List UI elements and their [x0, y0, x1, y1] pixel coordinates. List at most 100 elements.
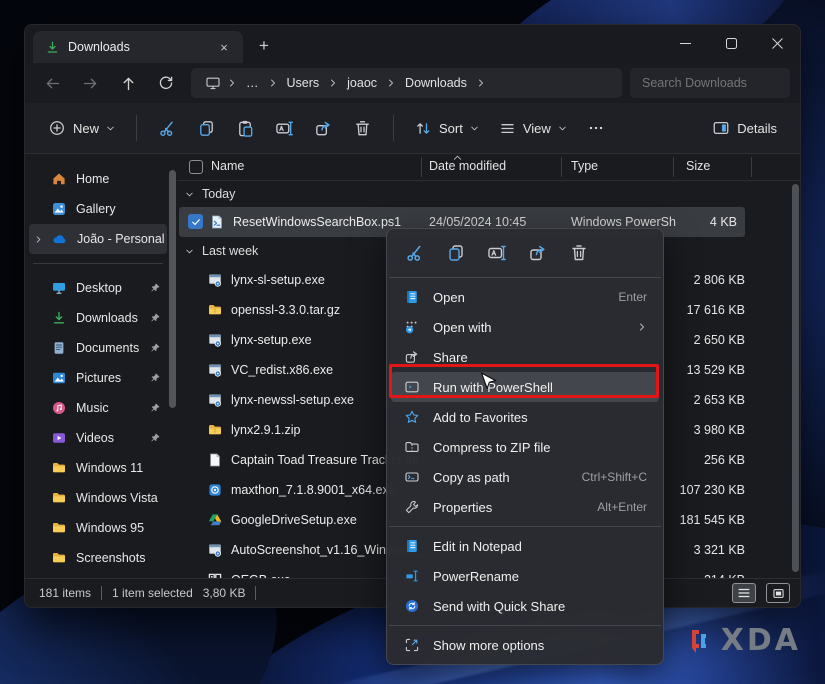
sidebar-item-downloads[interactable]: Downloads — [29, 303, 167, 333]
back-button[interactable] — [35, 68, 69, 98]
maximize-button[interactable] — [708, 25, 754, 61]
share-icon[interactable] — [526, 241, 550, 265]
menu-item-powerrename[interactable]: PowerRename — [391, 561, 659, 591]
search-box[interactable] — [630, 68, 790, 98]
menu-item-show-more-options[interactable]: Show more options — [391, 630, 659, 660]
menu-item-edit-in-notepad[interactable]: Edit in Notepad — [391, 531, 659, 561]
cut-icon[interactable] — [403, 241, 427, 265]
menu-item-add-to-favorites[interactable]: Add to Favorites — [391, 402, 659, 432]
breadcrumb-users[interactable]: Users — [280, 74, 327, 92]
sidebar-item-windows-95[interactable]: Windows 95 — [29, 513, 167, 543]
details-pane-button[interactable]: Details — [703, 111, 786, 145]
sidebar-scrollbar[interactable] — [169, 170, 176, 408]
menu-item-properties[interactable]: Properties Alt+Enter — [391, 492, 659, 522]
group-header-today[interactable]: Today — [177, 181, 800, 207]
menu-item-open[interactable]: Open Enter — [391, 282, 659, 312]
chevron-right-icon — [268, 78, 278, 88]
column-divider[interactable] — [561, 157, 562, 177]
column-divider[interactable] — [673, 157, 674, 177]
tab-strip: Downloads × + — [25, 25, 800, 63]
column-size[interactable]: Size — [686, 159, 710, 173]
file-name: OEGB.exe — [231, 573, 291, 578]
chevron-right-icon — [328, 78, 338, 88]
sidebar-item-home[interactable]: Home — [29, 164, 167, 194]
rename-button[interactable] — [266, 111, 303, 145]
share-button[interactable] — [305, 111, 342, 145]
sidebar-item-desktop[interactable]: Desktop — [29, 273, 167, 303]
google-drive-icon — [207, 512, 223, 528]
breadcrumb-joaoc[interactable]: joaoc — [340, 74, 384, 92]
menu-item-open-with[interactable]: Open with — [391, 312, 659, 342]
sidebar-item-screenshots[interactable]: Screenshots — [29, 543, 167, 573]
xda-logo-icon — [689, 626, 713, 656]
column-date-modified[interactable]: Date modified — [429, 159, 506, 173]
chevron-right-icon[interactable] — [34, 235, 43, 244]
file-list-scrollbar[interactable] — [792, 184, 799, 572]
file-size: 214 KB — [704, 573, 745, 578]
search-input[interactable] — [630, 76, 790, 90]
installer-file-icon — [207, 272, 223, 288]
toolbar-divider — [136, 115, 137, 141]
close-button[interactable] — [754, 25, 800, 61]
file-size: 2 653 KB — [694, 393, 745, 407]
column-type[interactable]: Type — [571, 159, 598, 173]
sidebar-item-windows-vista[interactable]: Windows Vista — [29, 483, 167, 513]
blank-file-icon — [207, 452, 223, 468]
menu-item-run-with-powershell[interactable]: Run with PowerShell — [391, 372, 659, 402]
breadcrumb-downloads[interactable]: Downloads — [398, 74, 474, 92]
menu-item-copy-as-path[interactable]: Copy as path Ctrl+Shift+C — [391, 462, 659, 492]
sidebar-item-label: João - Personal — [77, 232, 167, 246]
address-bar: … Users joaoc Downloads — [25, 63, 800, 103]
copy-icon[interactable] — [444, 241, 468, 265]
sidebar-item-pictures[interactable]: Pictures — [29, 363, 167, 393]
column-divider[interactable] — [421, 157, 422, 177]
paste-button[interactable] — [227, 111, 264, 145]
refresh-button[interactable] — [149, 68, 183, 98]
minimize-button[interactable] — [662, 25, 708, 61]
sidebar-item-windows-11[interactable]: Windows 11 — [29, 453, 167, 483]
breadcrumb-ellipsis[interactable]: … — [239, 74, 266, 92]
more-options-button[interactable] — [578, 111, 614, 145]
sidebar-item-documents[interactable]: Documents — [29, 333, 167, 363]
thumbnail-view-button[interactable] — [766, 583, 790, 603]
group-label: Last week — [202, 244, 258, 258]
copy-button[interactable] — [188, 111, 225, 145]
powerrename-icon — [403, 568, 421, 584]
menu-item-quick-share[interactable]: Send with Quick Share — [391, 591, 659, 621]
sidebar-item-music[interactable]: Music — [29, 393, 167, 423]
new-button-label: New — [73, 121, 99, 136]
file-size: 256 KB — [704, 453, 745, 467]
tab-close-icon[interactable]: × — [213, 36, 235, 58]
column-divider[interactable] — [751, 157, 752, 177]
sort-button[interactable]: Sort — [406, 111, 488, 145]
menu-item-share[interactable]: Share — [391, 342, 659, 372]
tab-downloads[interactable]: Downloads × — [33, 31, 243, 63]
new-button[interactable]: New — [39, 111, 124, 145]
delete-button[interactable] — [344, 111, 381, 145]
rename-icon[interactable] — [485, 241, 509, 265]
column-name[interactable]: Name — [211, 159, 244, 173]
context-menu-icon-row — [387, 233, 663, 273]
select-all-checkbox[interactable] — [189, 160, 203, 174]
sidebar-item-label: Documents — [76, 341, 140, 355]
view-button[interactable]: View — [490, 111, 576, 145]
this-pc-icon[interactable] — [201, 75, 225, 91]
sidebar-item-onedrive-personal[interactable]: João - Personal — [29, 224, 167, 254]
open-icon — [403, 289, 421, 305]
sidebar-item-gallery[interactable]: Gallery — [29, 194, 167, 224]
details-view-button[interactable] — [732, 583, 756, 603]
breadcrumb[interactable]: … Users joaoc Downloads — [191, 68, 622, 98]
cut-button[interactable] — [149, 111, 186, 145]
menu-item-compress-zip[interactable]: Compress to ZIP file — [391, 432, 659, 462]
menu-item-label: Edit in Notepad — [433, 539, 647, 554]
zip-file-icon — [207, 422, 223, 438]
folder-icon — [51, 520, 67, 536]
new-tab-button[interactable]: + — [249, 32, 279, 60]
forward-button[interactable] — [73, 68, 107, 98]
open-with-icon — [403, 319, 421, 335]
delete-icon[interactable] — [567, 241, 591, 265]
row-checkbox-checked[interactable] — [188, 214, 203, 229]
sidebar-item-videos[interactable]: Videos — [29, 423, 167, 453]
up-button[interactable] — [111, 68, 145, 98]
sidebar-divider — [33, 263, 163, 264]
